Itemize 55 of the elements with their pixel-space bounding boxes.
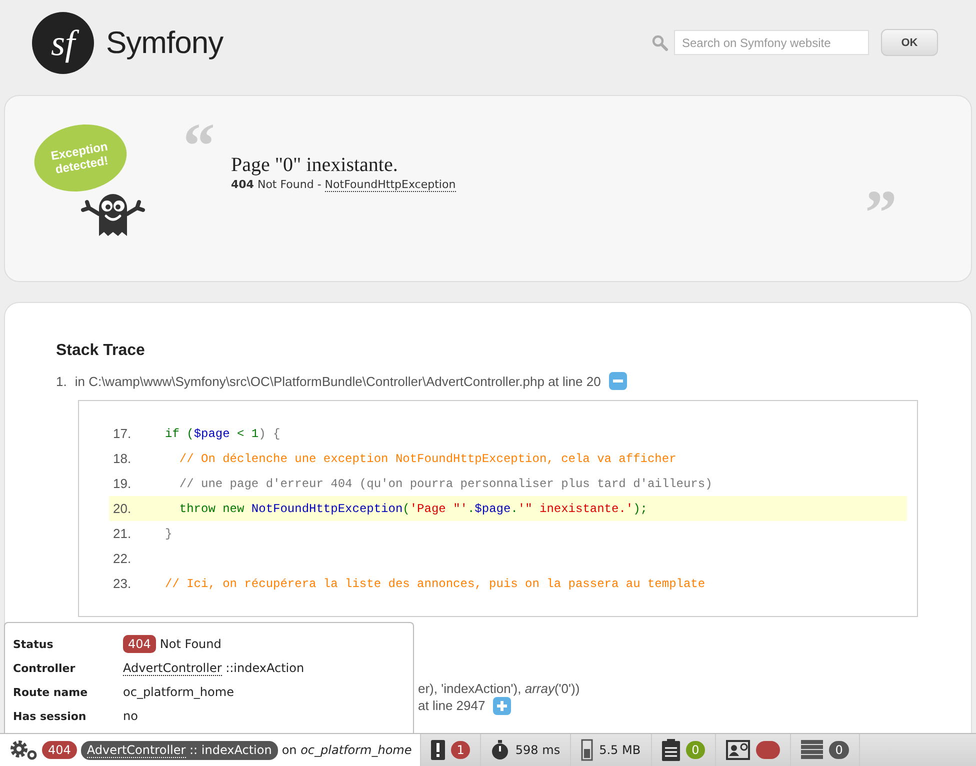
exception-class-link[interactable]: NotFoundHttpException — [324, 178, 456, 192]
settings-icon[interactable] — [10, 740, 38, 760]
memory-value: 5.5 MB — [599, 743, 641, 757]
time-value: 598 ms — [515, 743, 560, 757]
code-line: // une page d'erreur 404 (qu'on pourra personnaliser plus tard d'ailleurs) — [178, 476, 712, 490]
status-badge[interactable]: 404 — [42, 741, 77, 759]
field-value: no — [123, 709, 138, 723]
line-number: 20. — [113, 501, 132, 516]
file-location: in C:\wamp\www\Symfony\src\OC\PlatformBundle\Controller\AdvertController.php at line 20 — [74, 374, 601, 388]
field-value: oc_platform_home — [123, 685, 234, 699]
trace-text: er), 'indexAction'), array('0')) — [418, 681, 580, 697]
exception-message: Page "0" inexistante. — [231, 154, 399, 177]
memory-icon — [581, 739, 594, 761]
ok-button[interactable]: OK — [881, 29, 938, 56]
route-text: on oc_platform_home — [282, 743, 412, 757]
id-card-icon — [726, 740, 750, 760]
brand-name: Symfony — [106, 24, 224, 60]
field-value: ::indexAction — [224, 661, 304, 675]
count-badge: 1 — [450, 741, 470, 759]
line-number: 21. — [113, 526, 132, 541]
status-text: 404 Not Found - — [231, 178, 322, 191]
open-quote: “ — [183, 114, 215, 178]
expand-icon[interactable] — [493, 697, 512, 715]
field-label: Controller — [13, 662, 76, 674]
line-number: 22. — [113, 551, 132, 566]
field-value: Not Found — [160, 637, 222, 651]
search-field[interactable]: Search on Symfony website — [674, 30, 869, 55]
stopwatch-icon — [491, 740, 510, 760]
search-icon — [652, 34, 668, 50]
alert-icon — [430, 740, 445, 760]
field-label: Route name — [13, 686, 89, 698]
line-number: 17. — [113, 426, 132, 441]
count-badge: 0 — [686, 741, 706, 759]
status-badge: 404 — [123, 635, 156, 653]
logo-icon[interactable]: sf — [32, 12, 94, 74]
collapse-icon[interactable] — [608, 372, 627, 390]
code-line: if ($page < 1) { — [165, 426, 280, 440]
item-number: 1. — [56, 374, 67, 388]
line-number: 19. — [113, 476, 132, 491]
controller-badge[interactable]: AdvertController :: indexAction — [80, 740, 278, 760]
database-icon — [801, 740, 824, 760]
code-line: // On déclenche une exception NotFoundHttpException, cela va afficher — [178, 452, 676, 466]
trace-text: at line 2947 — [418, 698, 486, 714]
code-line: throw new NotFoundHttpException('Page "'.$page.'" inexistante.'); — [178, 502, 648, 516]
code-line: } — [165, 526, 172, 540]
line-number: 23. — [113, 576, 132, 591]
field-label: Has session — [13, 710, 88, 722]
count-badge: 0 — [829, 741, 849, 759]
field-label: Status — [13, 638, 54, 650]
close-quote: ” — [865, 181, 897, 245]
code-line: // Ici, on récupérera la liste des annonces, puis on la passera au template — [165, 576, 706, 590]
line-number: 18. — [113, 451, 132, 466]
controller-link[interactable]: AdvertController — [123, 660, 222, 676]
section-title: Stack Trace — [56, 342, 146, 360]
clipboard-icon — [662, 739, 680, 761]
